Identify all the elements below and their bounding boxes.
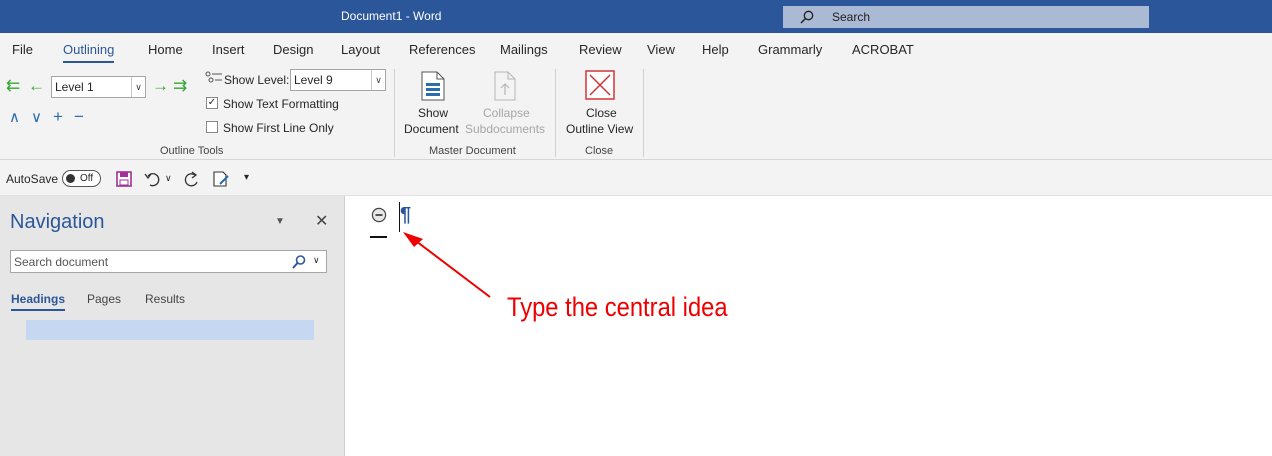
tab-home[interactable]: Home <box>148 42 183 57</box>
collapse-outline-symbol-icon[interactable] <box>371 207 387 223</box>
undo-icon[interactable] <box>144 170 162 188</box>
annotation-text: Type the central idea <box>507 292 728 322</box>
tab-acrobat[interactable]: ACROBAT <box>852 42 914 57</box>
tab-layout[interactable]: Layout <box>341 42 380 57</box>
tab-insert[interactable]: Insert <box>212 42 245 57</box>
heading-underline <box>370 236 387 238</box>
show-level-value: Level 9 <box>294 73 333 87</box>
tab-review[interactable]: Review <box>579 42 622 57</box>
show-document-label-2: Document <box>404 122 459 136</box>
outline-level-select[interactable]: Level 1 ∨ <box>51 76 146 98</box>
title-bar: Document1 - Word Search <box>0 0 1272 33</box>
autosave-label: AutoSave <box>6 172 59 186</box>
search-document-input[interactable]: Search document ∨ <box>10 250 327 273</box>
show-text-formatting-label: Show Text Formatting <box>223 97 339 111</box>
save-icon[interactable] <box>116 171 132 187</box>
pilcrow-mark: ¶ <box>400 204 412 226</box>
show-first-line-only-label: Show First Line Only <box>223 121 334 135</box>
tab-headings[interactable]: Headings <box>11 292 66 311</box>
search-label: Search <box>832 10 871 24</box>
group-divider <box>555 69 556 157</box>
touch-draw-icon[interactable] <box>212 170 230 188</box>
collapse-subdocuments-label-1: Collapse <box>483 106 530 120</box>
annotation-arrow-icon <box>403 232 491 298</box>
redo-icon[interactable] <box>182 170 200 188</box>
chevron-down-icon: ∨ <box>371 70 385 90</box>
close-outline-view-icon[interactable] <box>585 70 615 100</box>
tab-pages[interactable]: Pages <box>87 292 121 306</box>
ribbon: ⇇ ← Level 1 ∨ → ⇉ ∧ ∨ + − Show Level: Le… <box>0 63 1272 160</box>
group-divider <box>643 69 644 157</box>
close-outline-view-label-2: Outline View <box>566 122 634 136</box>
show-level-icon <box>205 71 222 83</box>
group-divider <box>394 69 395 157</box>
show-first-line-only-checkbox[interactable] <box>206 121 218 133</box>
navigation-pane: Navigation ▼ ✕ Search document ∨ Heading… <box>0 196 345 456</box>
show-text-formatting-checkbox[interactable]: ✓ <box>206 97 218 109</box>
undo-dropdown-chevron-icon[interactable]: ∨ <box>165 173 172 184</box>
document-area[interactable]: ¶ Type the central idea <box>346 196 1272 456</box>
show-level-select[interactable]: Level 9 ∨ <box>290 69 386 91</box>
close-group-label: Close <box>585 145 614 157</box>
toggle-knob <box>66 174 75 183</box>
tab-mailings[interactable]: Mailings <box>500 42 548 57</box>
search-icon[interactable] <box>291 254 307 270</box>
search-options-chevron-icon[interactable]: ∨ <box>313 255 320 266</box>
navigation-title: Navigation <box>10 211 105 233</box>
promote-to-heading-1-icon[interactable]: ⇇ <box>6 77 20 94</box>
show-level-label: Show Level: <box>224 73 290 87</box>
outline-tools-group-label: Outline Tools <box>160 145 224 157</box>
customize-toolbar-chevron-icon[interactable]: ▾ <box>244 172 249 183</box>
pane-options-chevron-icon[interactable]: ▼ <box>275 216 285 227</box>
tab-view[interactable]: View <box>647 42 675 57</box>
window-title: Document1 - Word <box>341 9 442 23</box>
ribbon-tabs: File Outlining Home Insert Design Layout… <box>0 33 1272 64</box>
search-icon <box>800 10 814 24</box>
chevron-down-icon: ∨ <box>131 77 145 97</box>
tab-help[interactable]: Help <box>702 42 729 57</box>
tab-results[interactable]: Results <box>145 292 185 306</box>
promote-icon[interactable]: ← <box>28 77 45 94</box>
autosave-toggle[interactable]: Off <box>62 170 101 187</box>
collapse-subdocuments-icon <box>494 71 516 101</box>
tab-design[interactable]: Design <box>273 42 313 57</box>
quick-access-toolbar: AutoSave Off ∨ ▾ <box>0 160 1272 196</box>
search-box[interactable]: Search <box>783 6 1149 28</box>
autosave-state: Off <box>80 173 94 184</box>
search-document-placeholder: Search document <box>14 255 109 269</box>
tab-references[interactable]: References <box>409 42 475 57</box>
move-down-icon[interactable]: ∨ <box>31 110 42 125</box>
demote-icon[interactable]: → <box>152 77 169 94</box>
collapse-icon[interactable]: − <box>74 108 84 125</box>
close-icon[interactable]: ✕ <box>315 211 328 231</box>
demote-to-body-text-icon[interactable]: ⇉ <box>173 77 187 94</box>
tab-outlining[interactable]: Outlining <box>63 42 115 64</box>
collapse-subdocuments-label-2: Subdocuments <box>465 122 546 136</box>
outline-level-value: Level 1 <box>55 80 94 94</box>
expand-icon[interactable]: + <box>53 108 63 125</box>
close-outline-view-label-1: Close <box>586 106 617 120</box>
heading-item-highlight[interactable] <box>26 320 314 340</box>
tab-grammarly[interactable]: Grammarly <box>758 42 822 57</box>
show-document-icon[interactable] <box>420 71 446 101</box>
move-up-icon[interactable]: ∧ <box>9 110 20 125</box>
tab-file[interactable]: File <box>12 42 33 57</box>
master-document-group-label: Master Document <box>429 145 516 157</box>
show-document-label-1: Show <box>418 106 449 120</box>
